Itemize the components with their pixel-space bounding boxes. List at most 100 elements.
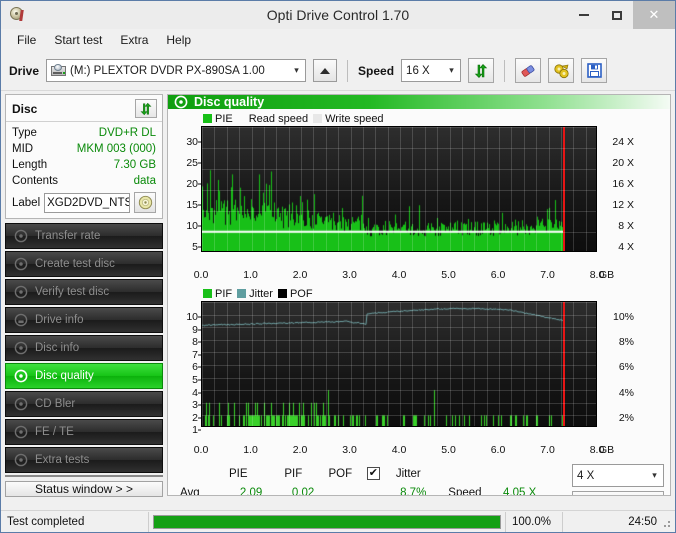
pie-y-axis: 5 10 15 20 25 30 [170, 126, 201, 268]
menu-bar: File Start test Extra Help [1, 29, 675, 51]
axis-tick-label: 10% [612, 311, 634, 323]
save-button[interactable] [581, 58, 608, 83]
speed-select[interactable]: 16 X ▾ [401, 59, 462, 82]
disc-row-contents: Contents data [12, 173, 156, 189]
progress-percent: 100.0% [505, 511, 563, 532]
cd-icon [138, 195, 152, 210]
disc-row-contents-key: Contents [12, 175, 59, 187]
pie-plot-area[interactable] [201, 126, 597, 252]
axis-tick-label: 5.0 [441, 269, 456, 281]
close-icon[interactable]: ✕ [633, 1, 675, 29]
sidebar-item-create-test-disc[interactable]: Create test disc [5, 251, 163, 277]
disc-label-input[interactable]: XGD2DVD_NTSC [44, 192, 130, 213]
disc-row-length-value: 7.30 GB [113, 159, 156, 171]
axis-tick-label: 6% [618, 361, 634, 374]
pif-chart: PIF Jitter POF 1 2 3 4 5 6 7 8 9 10 2% 4… [168, 284, 670, 459]
menu-item-start-test[interactable]: Start test [46, 30, 110, 50]
speed-select-value: 16 X [406, 64, 430, 77]
settings-button[interactable] [548, 58, 575, 83]
disc-info-rows: Type DVD+R DL MID MKM 003 (000) Length 7… [6, 122, 162, 218]
axis-tick-label: 1.0 [243, 269, 258, 281]
menu-item-help[interactable]: Help [158, 30, 199, 50]
refresh-icon [140, 102, 152, 115]
pie-plot-row: 5 10 15 20 25 30 4 X8 X 12 X 16 X 20 X 24 X [170, 126, 668, 268]
axis-tick-label: 2.0 [292, 269, 308, 281]
pie-chart: PIE Read speed Write speed 5 10 15 20 25 30 [168, 109, 670, 284]
erase-button[interactable] [515, 58, 542, 83]
maximize-button[interactable] [600, 1, 633, 29]
drive-icon [51, 63, 67, 78]
title-bar: Opti Drive Control 1.70 ✕ [1, 1, 675, 29]
sidebar-item-label: CD Bler [35, 398, 76, 410]
test-speed-select[interactable]: 4 X ▾ [572, 464, 664, 487]
drive-select[interactable]: (M:) PLEXTOR DVDR PX-890SA 1.00 ▾ [46, 59, 307, 82]
axis-tick-label: 30 [186, 136, 198, 148]
status-window-button[interactable]: Status window > > [5, 481, 163, 497]
resize-grip[interactable] [662, 519, 672, 529]
start-full-button[interactable]: Start full [572, 491, 664, 495]
disc-row-mid-key: MID [12, 143, 34, 155]
disc-label-key: Label [12, 196, 41, 209]
table-row-header: PIE PIF POF ✔ Jitter [176, 465, 430, 482]
disc-row-type-value: DVD+R DL [98, 127, 156, 139]
axis-tick-label: 7.0 [540, 444, 555, 456]
disc-refresh-button[interactable] [135, 99, 157, 118]
pif-plot-area[interactable] [201, 301, 597, 427]
axis-tick-label: 5.0 [441, 444, 456, 456]
pie-x-axis: 0.0 1.0 2.0 3.0 4.0 5.0 6.0 7.0 8.0 GB [194, 268, 614, 284]
sidebar-item-disc-quality[interactable]: Disc quality [5, 363, 163, 389]
stat-avg-pie: 2.09 [239, 486, 263, 496]
disc-icon [14, 397, 28, 411]
drive-icon [14, 313, 28, 327]
table-row: Speed 4.05 X [444, 484, 553, 496]
sidebar-item-label: Verify test disc [35, 286, 110, 298]
disc-info-title: Disc [12, 101, 38, 116]
stat-col-jitter: Jitter [395, 467, 421, 480]
legend-swatch-icon [277, 289, 287, 298]
menu-item-extra[interactable]: Extra [112, 30, 156, 50]
disc-row-length-key: Length [12, 159, 48, 171]
sidebar-item-extra-tests[interactable]: Extra tests [5, 447, 163, 473]
table-row: Avg 2.09 0.02 8.7% [176, 484, 430, 496]
stat-row-avg-label: Avg [180, 486, 200, 496]
sidebar-item-label: FE / TE [35, 426, 74, 438]
sidebar-item-transfer-rate[interactable]: Transfer rate [5, 223, 163, 249]
axis-tick-label: 4% [618, 386, 634, 399]
sidebar-item-cd-bler[interactable]: CD Bler [5, 391, 163, 417]
disc-label-button[interactable] [134, 192, 156, 213]
disc-icon [14, 341, 28, 355]
jitter-checkbox[interactable]: ✔ [366, 467, 380, 480]
disc-icon [14, 257, 28, 271]
sidebar-item-verify-test-disc[interactable]: Verify test disc [5, 279, 163, 305]
axis-tick-label: 6.0 [490, 269, 506, 281]
disc-info-header: Disc [6, 95, 162, 122]
window-controls: ✕ [567, 1, 675, 29]
chevron-down-icon: ▾ [294, 65, 299, 75]
sidebar-item-drive-info[interactable]: Drive info [5, 307, 163, 333]
axis-tick-label: 10 [186, 311, 198, 323]
sidebar-item-disc-info[interactable]: Disc info [5, 335, 163, 361]
status-message: Test completed [1, 511, 149, 532]
legend-swatch-icon [203, 289, 212, 298]
axis-tick-label: 25 [186, 157, 198, 169]
save-icon [586, 63, 602, 78]
sidebar-item-fe-te[interactable]: FE / TE [5, 419, 163, 445]
progress-bar-fill [154, 515, 500, 528]
axis-tick-label: 4.0 [391, 269, 407, 281]
menu-item-file[interactable]: File [9, 30, 44, 50]
minimize-button[interactable] [567, 1, 600, 29]
axis-unit-label: GB [599, 269, 615, 281]
elapsed-time: 24:50 [628, 515, 657, 528]
table-row [444, 465, 553, 482]
sidebar-item-label: Transfer rate [35, 230, 101, 242]
pif-x-axis: 0.0 1.0 2.0 3.0 4.0 5.0 6.0 7.0 8.0 GB [194, 443, 614, 459]
speed-label: Speed [358, 63, 395, 78]
disc-row-mid-value: MKM 003 (000) [76, 143, 156, 155]
disc-row-type-key: Type [12, 127, 37, 139]
pif-plot-row: 1 2 3 4 5 6 7 8 9 10 2% 4% 6% 8% 10% [170, 301, 668, 443]
axis-tick-label: 4 X [618, 241, 634, 253]
eject-button[interactable] [313, 59, 338, 82]
refresh-button[interactable] [468, 58, 495, 83]
legend-label: Read speed [248, 112, 309, 125]
legend-label: Jitter [249, 287, 273, 300]
